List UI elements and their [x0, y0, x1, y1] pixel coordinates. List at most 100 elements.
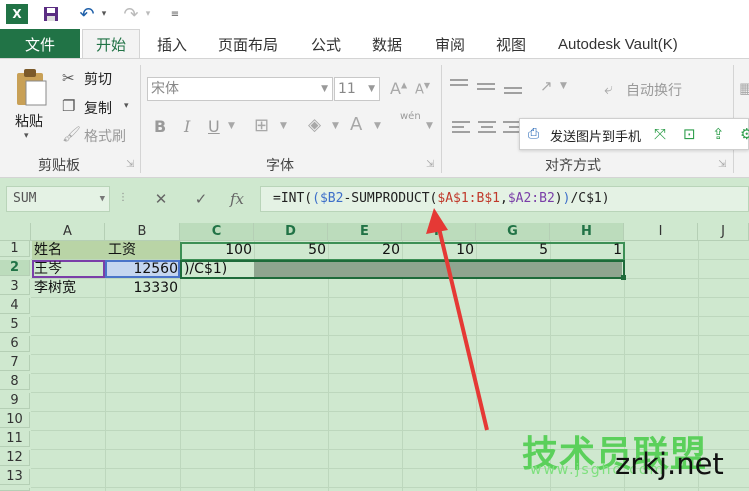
tab-review[interactable]: 审阅 — [435, 29, 465, 59]
column-header-h[interactable]: H — [550, 223, 624, 241]
tab-view[interactable]: 视图 — [496, 29, 526, 59]
tab-file[interactable]: 文件 — [0, 29, 80, 59]
font-launcher-icon[interactable]: ⇲ — [426, 159, 434, 170]
share-icon[interactable]: ⇪ — [712, 125, 725, 143]
format-painter-button[interactable]: 格式刷 — [84, 126, 126, 146]
cut-button[interactable]: 剪切 — [84, 69, 112, 89]
wrap-text-icon[interactable]: ⤶ — [604, 79, 613, 99]
select-all-button[interactable] — [0, 223, 31, 241]
row-header-2[interactable]: 2 — [0, 260, 30, 276]
paste-dropdown-icon[interactable]: ▾ — [24, 131, 29, 141]
row-header-8[interactable]: 8 — [0, 374, 30, 390]
cell-a3[interactable]: 李树宽 — [34, 280, 104, 296]
cell-b1[interactable]: 工资 — [108, 242, 178, 258]
alignment-launcher-icon[interactable]: ⇲ — [718, 159, 726, 170]
excel-app-icon[interactable]: X — [6, 4, 28, 24]
cell-a1[interactable]: 姓名 — [34, 242, 104, 258]
row-header-12[interactable]: 12 — [0, 450, 30, 466]
save-image-icon[interactable]: ⊡ — [683, 125, 696, 143]
clipboard-launcher-icon[interactable]: ⇲ — [126, 159, 134, 170]
cell-c2-editing[interactable]: )/C$1) — [184, 261, 254, 277]
row-header-13[interactable]: 13 — [0, 469, 30, 485]
formula-input[interactable]: =INT(($B2-SUMPRODUCT($A$1:B$1,$A2:B2))/C… — [260, 186, 749, 212]
row-header-7[interactable]: 7 — [0, 355, 30, 371]
fill-dropdown-icon[interactable]: ▼ — [332, 121, 339, 131]
cell-e1[interactable]: 20 — [328, 242, 402, 258]
row-header-1[interactable]: 1 — [0, 241, 30, 257]
align-middle-icon[interactable] — [477, 83, 495, 93]
column-header-i[interactable]: I — [624, 223, 698, 241]
redo-dropdown-icon[interactable]: ▾ — [142, 4, 154, 24]
column-header-j[interactable]: J — [698, 223, 749, 241]
decrease-font-icon[interactable]: A▼ — [415, 81, 430, 97]
orientation-icon[interactable]: ↗ — [540, 77, 553, 95]
cell-h1[interactable]: 1 — [550, 242, 624, 258]
column-header-d[interactable]: D — [254, 223, 328, 241]
row-header-11[interactable]: 11 — [0, 431, 30, 447]
align-top-icon[interactable] — [450, 79, 468, 89]
cancel-button[interactable]: ✕ — [146, 186, 176, 212]
fullscreen-icon[interactable]: ⤧ — [654, 125, 666, 143]
tab-autodesk-vault[interactable]: Autodesk Vault(K) — [558, 29, 678, 59]
save-icon[interactable] — [40, 4, 62, 24]
row-header-3[interactable]: 3 — [0, 279, 30, 295]
wrap-text-button[interactable]: 自动换行 — [626, 80, 682, 100]
copy-button[interactable]: 复制 — [84, 98, 112, 118]
font-size-select[interactable]: 11 ▼ — [334, 77, 380, 101]
enter-button[interactable]: ✓ — [186, 186, 216, 212]
tab-insert[interactable]: 插入 — [157, 29, 187, 59]
align-left-icon[interactable] — [452, 121, 470, 136]
phonetic-button[interactable]: wén — [400, 111, 421, 122]
undo-icon[interactable]: ↶ — [76, 4, 98, 25]
tab-home[interactable]: 开始 — [82, 29, 140, 59]
cell-d1[interactable]: 50 — [254, 242, 328, 258]
phonetic-dropdown-icon[interactable]: ▼ — [426, 121, 433, 131]
borders-icon[interactable]: ⊞ — [254, 115, 269, 136]
undo-dropdown-icon[interactable]: ▾ — [98, 4, 110, 24]
font-color-dropdown-icon[interactable]: ▼ — [374, 121, 381, 131]
column-header-a[interactable]: A — [31, 223, 105, 241]
merge-icon[interactable]: ▦ — [739, 79, 749, 97]
tab-formulas[interactable]: 公式 — [311, 29, 341, 59]
send-image-to-phone-button[interactable]: 发送图片到手机 — [550, 126, 641, 145]
copy-dropdown-icon[interactable]: ▾ — [124, 101, 129, 111]
row-header-5[interactable]: 5 — [0, 317, 30, 333]
bold-button[interactable]: B — [154, 117, 166, 136]
cell-a2[interactable]: 王岑 — [34, 261, 104, 277]
format-painter-icon[interactable]: 🖌 — [62, 125, 81, 143]
orientation-dropdown-icon[interactable]: ▼ — [560, 81, 567, 91]
cell-b2[interactable]: 12560 — [105, 261, 180, 277]
column-header-e[interactable]: E — [328, 223, 402, 241]
font-color-icon[interactable]: A — [350, 114, 362, 135]
row-header-10[interactable]: 10 — [0, 412, 30, 428]
fill-handle[interactable] — [621, 275, 626, 280]
align-bottom-icon[interactable] — [504, 87, 522, 97]
cell-b3[interactable]: 13330 — [105, 280, 180, 296]
phone-send-icon[interactable]: ⎙ — [528, 126, 539, 142]
tab-data[interactable]: 数据 — [372, 29, 402, 59]
redo-icon[interactable]: ↷ — [120, 4, 142, 25]
paste-icon[interactable] — [14, 67, 48, 111]
settings-icon[interactable]: ⚙ — [740, 125, 749, 143]
row-header-6[interactable]: 6 — [0, 336, 30, 352]
copy-icon[interactable]: ❐ — [62, 97, 75, 115]
customize-toolbar-icon[interactable]: ≡ — [168, 4, 182, 24]
font-family-select[interactable]: 宋体 ▼ — [147, 77, 333, 101]
column-header-b[interactable]: B — [105, 223, 180, 241]
column-header-c[interactable]: C — [180, 223, 254, 241]
italic-button[interactable]: I — [184, 117, 190, 136]
underline-button[interactable]: U — [208, 117, 220, 136]
cell-c1[interactable]: 100 — [180, 242, 254, 258]
borders-dropdown-icon[interactable]: ▼ — [280, 121, 287, 131]
paste-button[interactable]: 粘贴 — [15, 111, 43, 131]
fill-color-icon[interactable]: ◈ — [308, 115, 321, 135]
increase-font-icon[interactable]: A▲ — [390, 79, 407, 98]
tab-page-layout[interactable]: 页面布局 — [218, 29, 278, 59]
scissors-icon[interactable]: ✂ — [62, 69, 75, 87]
align-center-icon[interactable] — [478, 121, 496, 136]
insert-function-button[interactable]: fx — [224, 186, 250, 212]
row-header-9[interactable]: 9 — [0, 393, 30, 409]
underline-dropdown-icon[interactable]: ▼ — [228, 121, 235, 131]
name-box[interactable]: SUM ▼ — [6, 186, 110, 212]
row-header-4[interactable]: 4 — [0, 298, 30, 314]
